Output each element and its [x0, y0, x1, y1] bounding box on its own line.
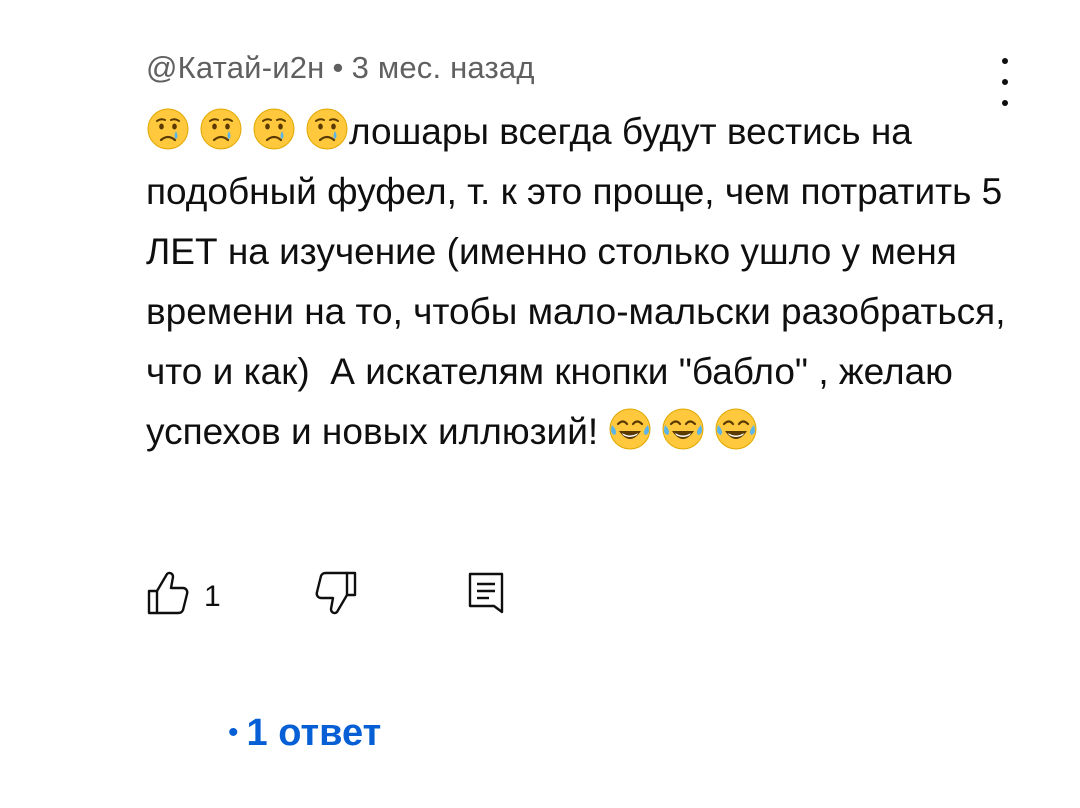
comment-author[interactable]: @Катай-и2н	[146, 50, 325, 85]
crying-face-emoji	[199, 107, 243, 151]
view-replies-link[interactable]: • 1 ответ	[228, 712, 381, 755]
tears-of-joy-emoji	[661, 407, 705, 451]
thumb-up-icon[interactable]	[146, 568, 190, 618]
comment-text: лошары всегда будут вестись на подобный …	[146, 102, 1026, 462]
thumb-down-icon[interactable]	[314, 568, 358, 618]
crying-face-emoji	[305, 107, 349, 151]
comment-actions: 1	[146, 568, 546, 618]
tears-of-joy-emoji	[714, 407, 758, 451]
dislike-button[interactable]	[314, 568, 358, 623]
reply-button[interactable]	[464, 568, 508, 623]
replies-bullet: •	[228, 716, 239, 749]
reply-icon[interactable]	[464, 568, 508, 618]
crying-face-emoji	[146, 107, 190, 151]
leading-emoji-group	[146, 108, 349, 152]
meta-separator: •	[332, 50, 344, 85]
like-count: 1	[204, 580, 221, 613]
more-vert-icon[interactable]	[990, 58, 1020, 106]
tears-of-joy-emoji	[608, 407, 652, 451]
crying-face-emoji	[252, 107, 296, 151]
comment-meta: @Катай-и2н • 3 мес. назад	[146, 50, 535, 86]
trailing-emoji-group	[608, 408, 758, 452]
like-button[interactable]	[146, 568, 190, 623]
comment-time: 3 мес. назад	[351, 50, 535, 85]
replies-label: 1 ответ	[246, 712, 382, 754]
comment-text-main: лошары всегда будут вестись на подобный …	[146, 111, 1016, 452]
comment: @Катай-и2н • 3 мес. назад лошары всегда бу…	[0, 0, 1080, 808]
